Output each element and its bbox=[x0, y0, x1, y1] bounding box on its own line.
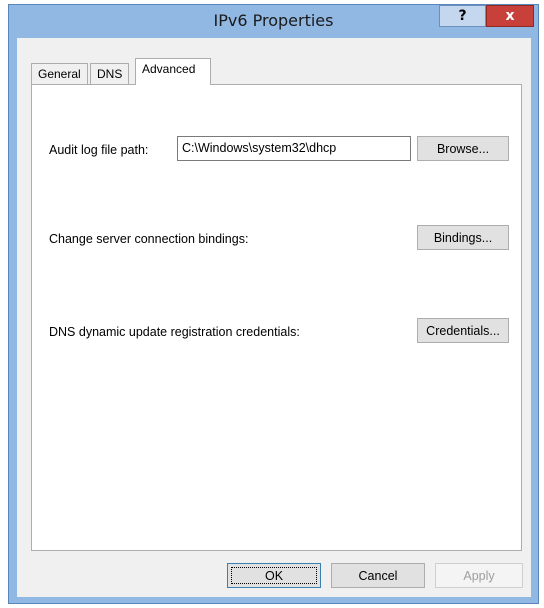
audit-log-path-input[interactable]: C:\Windows\system32\dhcp bbox=[177, 136, 411, 161]
dialog-window: IPv6 Properties ? x General DNS Advanced… bbox=[8, 4, 539, 604]
bindings-label: Change server connection bindings: bbox=[49, 232, 249, 246]
close-button[interactable]: x bbox=[486, 5, 534, 27]
title-bar[interactable]: IPv6 Properties ? x bbox=[9, 5, 538, 35]
tab-advanced[interactable]: Advanced bbox=[135, 58, 211, 85]
focus-rectangle bbox=[231, 567, 317, 584]
tab-general[interactable]: General bbox=[31, 63, 88, 84]
browse-button[interactable]: Browse... bbox=[417, 136, 509, 161]
apply-button[interactable]: Apply bbox=[435, 563, 523, 588]
credentials-button[interactable]: Credentials... bbox=[417, 318, 509, 343]
bindings-button[interactable]: Bindings... bbox=[417, 225, 509, 250]
ok-button[interactable]: OK bbox=[227, 563, 321, 588]
credentials-label: DNS dynamic update registration credenti… bbox=[49, 325, 300, 339]
advanced-panel: Audit log file path: C:\Windows\system32… bbox=[31, 84, 522, 551]
dialog-client: General DNS Advanced Audit log file path… bbox=[17, 38, 531, 597]
cancel-button[interactable]: Cancel bbox=[331, 563, 425, 588]
help-button[interactable]: ? bbox=[439, 5, 486, 27]
tab-dns[interactable]: DNS bbox=[90, 63, 130, 84]
audit-log-label: Audit log file path: bbox=[49, 143, 149, 157]
